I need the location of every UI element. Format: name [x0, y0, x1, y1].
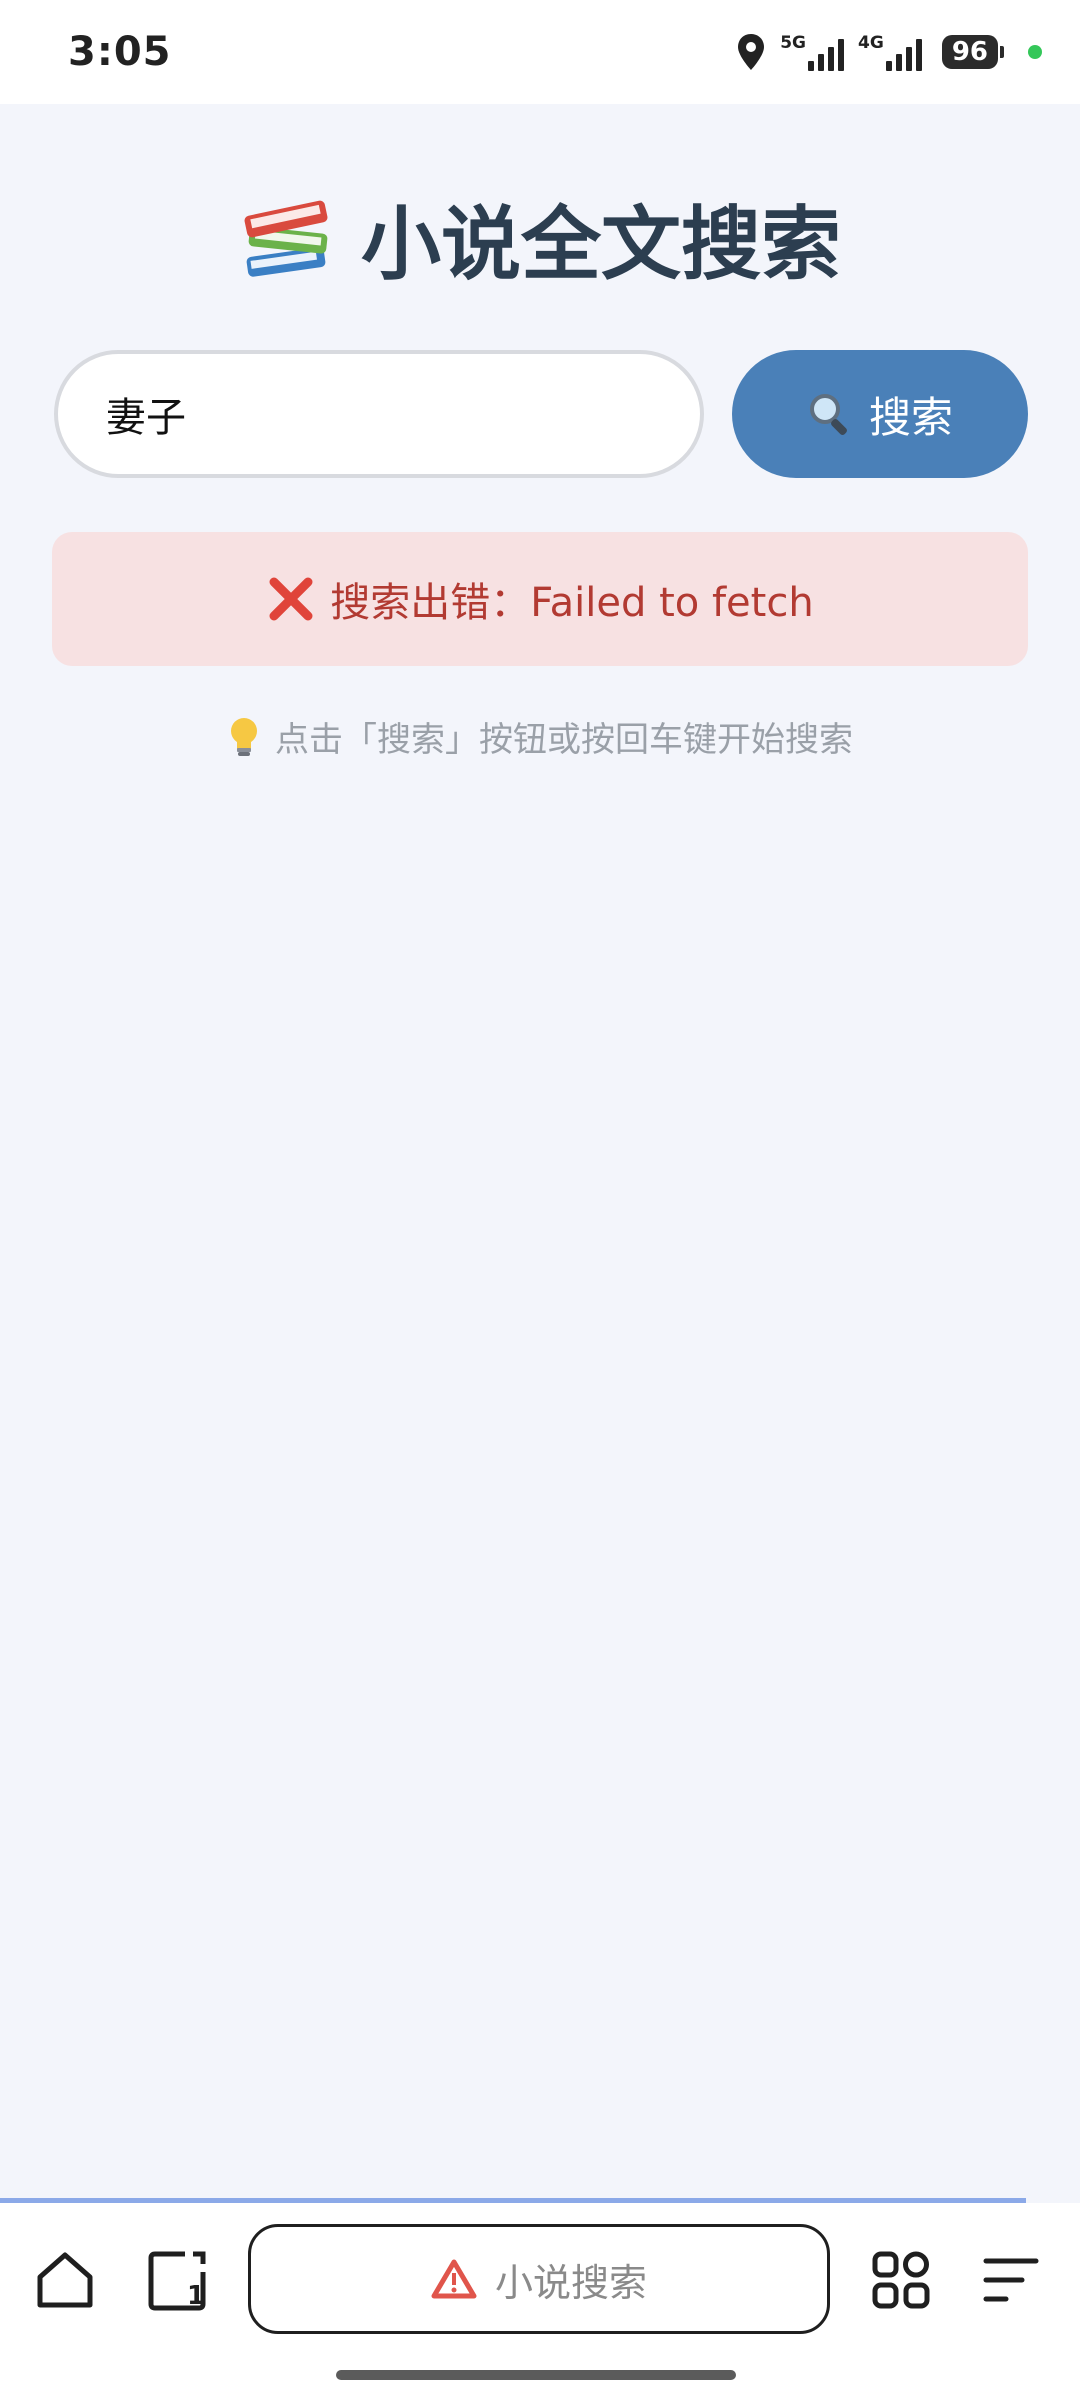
tabs-icon: 1 [148, 2251, 206, 2311]
status-icons: 5G 4G 96 [736, 32, 1042, 72]
address-label: 小说搜索 [494, 2260, 647, 2305]
address-bar[interactable]: 小说搜索 [248, 2224, 830, 2334]
lightbulb-icon [231, 717, 257, 756]
grid-apps-icon [872, 2251, 930, 2309]
apps-button[interactable] [866, 2245, 936, 2315]
magnifier-icon [809, 394, 847, 435]
error-text: 搜索出错：Failed to fetch [330, 580, 814, 626]
tabs-button[interactable]: 1 [142, 2245, 212, 2315]
privacy-dot-icon [1028, 45, 1042, 59]
search-input[interactable] [54, 350, 704, 478]
battery-indicator: 96 [941, 35, 1005, 69]
cross-icon [269, 577, 313, 621]
status-time: 3:05 [68, 29, 172, 75]
warning-icon [431, 2259, 477, 2299]
tab-count: 1 [187, 2281, 205, 2311]
page-title: 小说全文搜索 [0, 180, 1080, 296]
menu-button[interactable] [976, 2245, 1046, 2315]
hint-label: 点击「搜索」按钮或按回车键开始搜索 [275, 720, 853, 760]
books-icon [244, 200, 328, 277]
signal-5g: 5G [780, 33, 845, 71]
status-bar: 3:05 5G 4G 96 [0, 0, 1080, 104]
location-icon [738, 34, 765, 70]
hint-text: 点击「搜索」按钮或按回车键开始搜索 [0, 712, 1080, 761]
search-button-label: 搜索 [868, 392, 953, 442]
menu-icon [983, 2258, 1039, 2302]
error-message-box: 搜索出错：Failed to fetch [52, 532, 1028, 666]
title-text: 小说全文搜索 [361, 198, 841, 291]
home-icon [37, 2252, 93, 2308]
signal-4g: 4G [858, 33, 922, 71]
signal-bars-icon [808, 39, 845, 71]
home-button[interactable] [30, 2245, 100, 2315]
signal-bars-icon [885, 39, 922, 71]
home-indicator[interactable] [336, 2370, 736, 2380]
search-button[interactable]: 搜索 [732, 350, 1028, 478]
